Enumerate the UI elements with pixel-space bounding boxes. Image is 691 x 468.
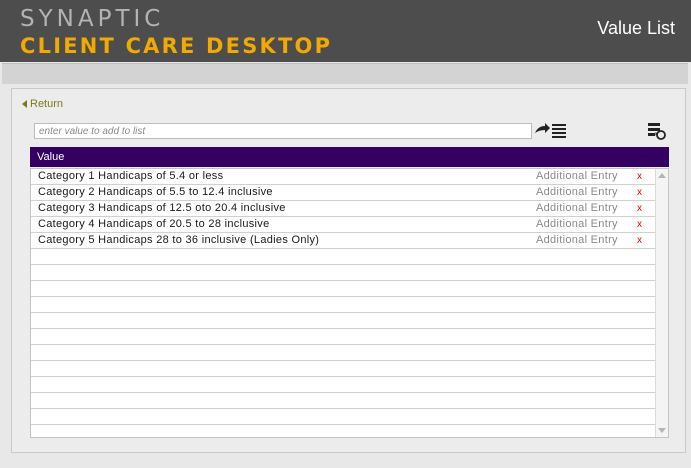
row-entry-type: Additional Entry [536,218,618,230]
list-refresh-icon [648,123,666,140]
scroll-down-icon[interactable] [658,428,666,433]
table-row: Category 2 Handicaps of 5.5 to 12.4 incl… [31,185,657,201]
row-entry-type: Additional Entry [536,202,618,214]
add-to-list-button[interactable] [533,121,569,139]
empty-row [31,393,657,409]
app-header: SYNAPTIC CLIENT CARE DESKTOP Value List [0,0,691,62]
row-value[interactable]: Category 2 Handicaps of 5.5 to 12.4 incl… [38,185,273,200]
empty-row [31,297,657,313]
delete-row-icon[interactable]: x [637,185,642,200]
delete-row-icon[interactable]: x [637,201,642,216]
table-row: Category 5 Handicaps 28 to 36 inclusive … [31,233,657,249]
return-link[interactable]: Return [22,98,63,110]
empty-row [31,313,657,329]
refresh-list-button[interactable] [647,121,667,141]
empty-row [31,329,657,345]
row-value[interactable]: Category 4 Handicaps of 20.5 to 28 inclu… [38,217,270,232]
grid-rows: Category 1 Handicaps of 5.4 or less Addit… [31,169,657,437]
brand-name: SYNAPTIC [20,6,165,32]
new-value-input[interactable] [34,123,532,139]
page-title: Value List [597,18,675,38]
empty-row [31,249,657,265]
table-row: Category 3 Handicaps of 12.5 oto 20.4 in… [31,201,657,217]
empty-row [31,377,657,393]
value-grid: Category 1 Handicaps of 5.4 or less Addit… [30,168,669,438]
empty-row [31,409,657,425]
table-row: Category 1 Handicaps of 5.4 or less Addit… [31,169,657,185]
empty-row [31,281,657,297]
empty-row [31,425,657,437]
value-list-panel: Return Value Category 1 Handicaps of 5.4… [11,88,686,453]
arrow-to-list-icon [535,123,566,138]
empty-row [31,361,657,377]
sub-toolbar [2,63,688,84]
row-entry-type: Additional Entry [536,170,618,182]
empty-row [31,345,657,361]
column-header-value: Value [30,147,669,167]
delete-row-icon[interactable]: x [637,233,642,248]
row-entry-type: Additional Entry [536,186,618,198]
return-label: Return [30,98,64,110]
vertical-scrollbar[interactable] [655,169,668,437]
scroll-up-icon[interactable] [658,173,666,178]
table-row: Category 4 Handicaps of 20.5 to 28 inclu… [31,217,657,233]
row-value[interactable]: Category 1 Handicaps of 5.4 or less [38,169,223,184]
back-triangle-icon [22,100,27,108]
row-value[interactable]: Category 5 Handicaps 28 to 36 inclusive … [38,233,319,248]
brand-product: CLIENT CARE DESKTOP [20,34,333,58]
delete-row-icon[interactable]: x [637,169,642,184]
delete-row-icon[interactable]: x [637,217,642,232]
empty-row [31,265,657,281]
row-value[interactable]: Category 3 Handicaps of 12.5 oto 20.4 in… [38,201,286,216]
row-entry-type: Additional Entry [536,234,618,246]
